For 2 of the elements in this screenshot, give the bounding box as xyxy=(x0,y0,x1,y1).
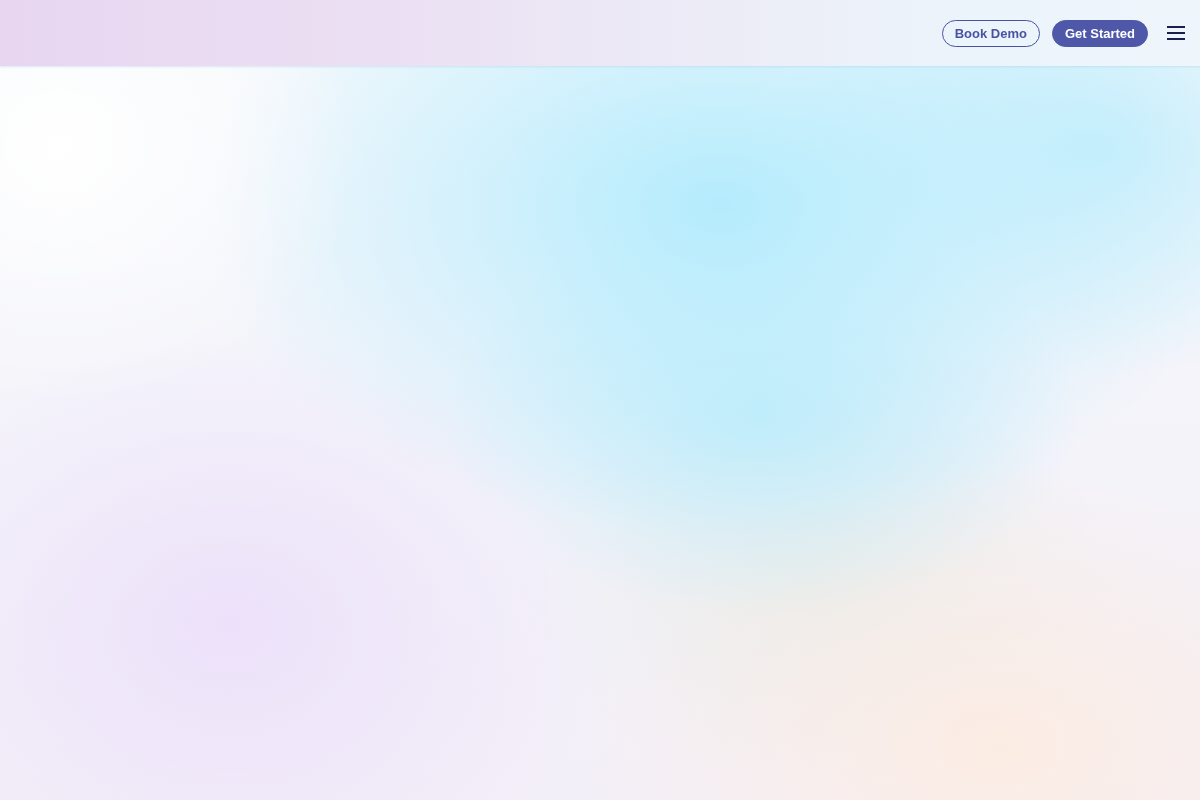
menu-icon[interactable] xyxy=(1167,26,1185,40)
filled-button[interactable]: Get Started xyxy=(1051,19,1148,47)
